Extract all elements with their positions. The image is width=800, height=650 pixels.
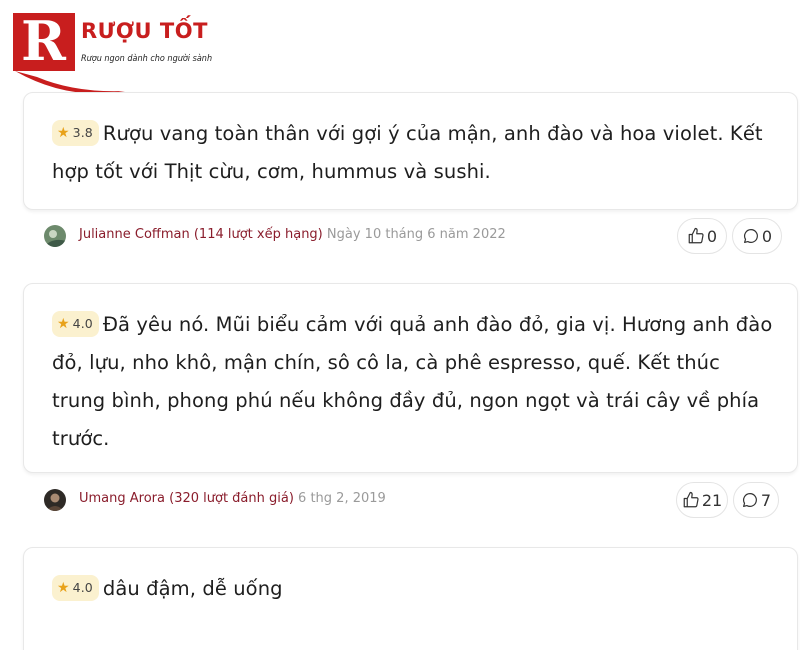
review-date: Ngày 10 tháng 6 năm 2022 bbox=[326, 227, 506, 242]
brand-logo[interactable]: R RƯỢU TỐT Rượu ngon dành cho người sành bbox=[13, 11, 223, 95]
review-text: ★ 3.8 Rượu vang toàn thân với gợi ý của mậ… bbox=[52, 115, 777, 191]
comment-button[interactable]: 7 bbox=[733, 482, 779, 518]
star-icon: ★ bbox=[57, 580, 70, 596]
rating-value: 3.8 bbox=[72, 125, 93, 140]
comment-count: 0 bbox=[761, 226, 773, 246]
comment-count: 7 bbox=[760, 490, 772, 510]
review-body: Rượu vang toàn thân với gợi ý của mận, a… bbox=[52, 122, 763, 183]
rating-badge: ★ 4.0 bbox=[52, 311, 99, 337]
author-name[interactable]: Julianne Coffman (114 lượt xếp hạng) bbox=[79, 227, 323, 242]
rating-value: 4.0 bbox=[72, 316, 93, 331]
rating-badge: ★ 3.8 bbox=[52, 120, 99, 146]
review-body: Đã yêu nó. Mũi biểu cảm với quả anh đào … bbox=[52, 313, 773, 450]
review-text: ★ 4.0 dâu đậm, dễ uống bbox=[52, 570, 777, 608]
avatar[interactable] bbox=[44, 489, 66, 511]
brand-title: RƯỢU TỐT bbox=[81, 19, 208, 43]
review-byline: Julianne Coffman (114 lượt xếp hạng) Ngà… bbox=[79, 227, 506, 242]
review-date: 6 thg 2, 2019 bbox=[298, 491, 386, 506]
thumbs-up-icon bbox=[688, 227, 704, 244]
like-count: 21 bbox=[701, 490, 723, 510]
review-body: dâu đậm, dễ uống bbox=[102, 577, 283, 600]
comment-icon bbox=[742, 493, 757, 507]
comment-icon bbox=[743, 229, 758, 243]
review-card: ★ 4.0 Đã yêu nó. Mũi biểu cảm với quả anh … bbox=[23, 283, 798, 473]
rating-value: 4.0 bbox=[72, 580, 93, 595]
review-byline: Umang Arora (320 lượt đánh giá) 6 thg 2,… bbox=[79, 491, 386, 506]
avatar[interactable] bbox=[44, 225, 66, 247]
review-meta: Umang Arora (320 lượt đánh giá) 6 thg 2,… bbox=[44, 482, 784, 518]
review-text: ★ 4.0 Đã yêu nó. Mũi biểu cảm với quả anh … bbox=[52, 306, 777, 458]
comment-button[interactable]: 0 bbox=[732, 218, 782, 254]
star-icon: ★ bbox=[57, 316, 70, 332]
review-card: ★ 3.8 Rượu vang toàn thân với gợi ý của mậ… bbox=[23, 92, 798, 210]
review-meta: Julianne Coffman (114 lượt xếp hạng) Ngà… bbox=[44, 218, 784, 254]
like-button[interactable]: 21 bbox=[676, 482, 728, 518]
like-count: 0 bbox=[706, 226, 718, 246]
star-icon: ★ bbox=[57, 125, 70, 141]
like-button[interactable]: 0 bbox=[677, 218, 727, 254]
review-card: ★ 4.0 dâu đậm, dễ uống bbox=[23, 547, 798, 650]
brand-tagline: Rượu ngon dành cho người sành bbox=[81, 54, 213, 64]
rating-badge: ★ 4.0 bbox=[52, 575, 99, 601]
thumbs-up-icon bbox=[683, 491, 699, 508]
author-name[interactable]: Umang Arora (320 lượt đánh giá) bbox=[79, 491, 294, 506]
